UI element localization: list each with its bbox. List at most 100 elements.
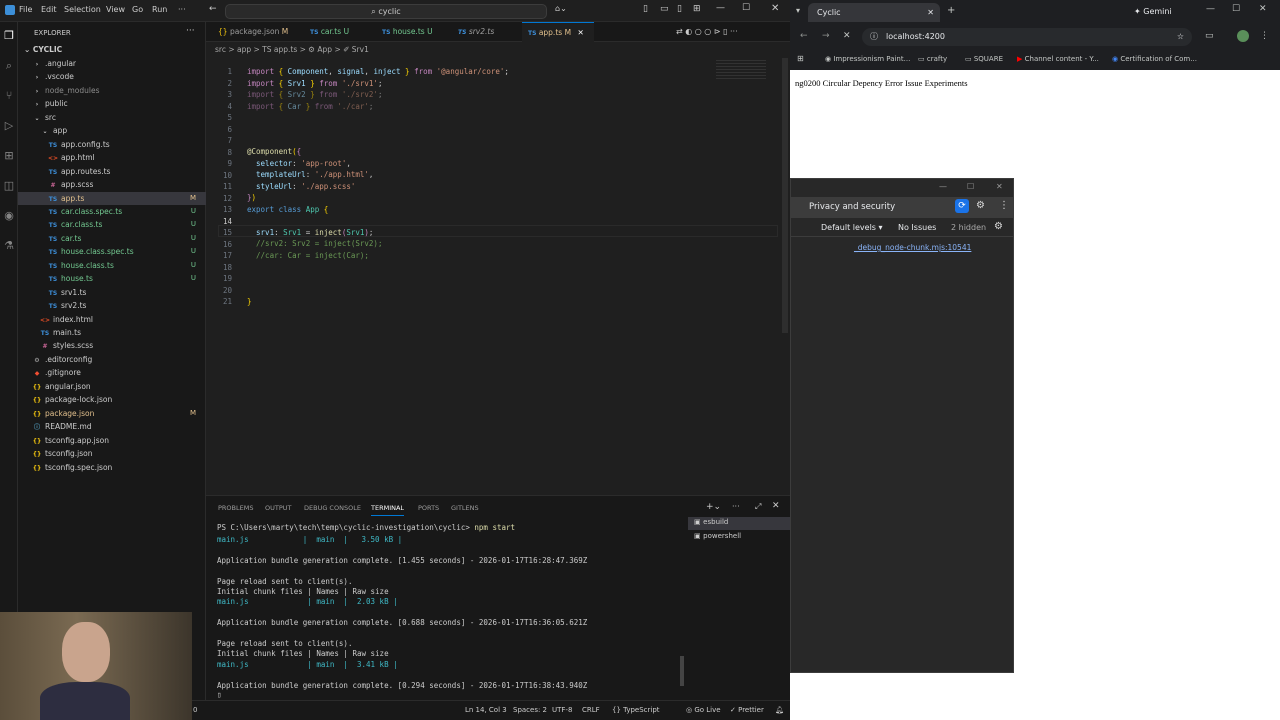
- browser-close-icon[interactable]: ✕: [1259, 4, 1267, 14]
- bookmark-item[interactable]: ◉ Certification of Com...: [1112, 55, 1197, 63]
- problems-count[interactable]: 0: [193, 706, 197, 714]
- menu-go[interactable]: Go: [132, 5, 143, 14]
- forward-icon[interactable]: →: [822, 31, 830, 41]
- notifications-bell-icon[interactable]: 🔔︎: [775, 706, 784, 714]
- tree-item[interactable]: ◆ .gitignore: [18, 366, 206, 379]
- tab-debug-console[interactable]: DEBUG CONSOLE: [304, 504, 361, 512]
- address-bar[interactable]: ⓘ localhost:4200 ☆: [862, 28, 1192, 46]
- tree-item[interactable]: {} package.json M: [18, 407, 206, 420]
- go-live-button[interactable]: ◎ Go Live: [686, 706, 721, 714]
- layout-panel-icon[interactable]: ▭: [660, 4, 669, 14]
- tree-item[interactable]: ⌄ app: [18, 124, 206, 137]
- terminal-item-esbuild[interactable]: ▣ esbuild: [688, 517, 790, 530]
- bookmark-star-icon[interactable]: ☆: [1177, 28, 1184, 46]
- menu-file[interactable]: File: [19, 5, 32, 14]
- language-mode[interactable]: {} TypeScript: [612, 706, 660, 714]
- close-panel-icon[interactable]: ✕: [772, 501, 780, 511]
- command-center[interactable]: ⌕ cyclic: [225, 4, 547, 19]
- tree-item[interactable]: › .angular: [18, 57, 206, 70]
- indentation[interactable]: Spaces: 2: [513, 706, 547, 714]
- devtools-minimize-icon[interactable]: —: [939, 182, 947, 191]
- menu-edit[interactable]: Edit: [41, 5, 57, 14]
- close-icon[interactable]: ✕: [771, 3, 779, 14]
- tree-item[interactable]: TS app.routes.ts: [18, 165, 206, 178]
- minimap[interactable]: [716, 60, 766, 80]
- browser-maximize-icon[interactable]: ☐: [1232, 4, 1240, 14]
- tree-item[interactable]: › node_modules: [18, 84, 206, 97]
- cursor-position[interactable]: Ln 14, Col 3: [465, 706, 507, 714]
- tree-item[interactable]: {} tsconfig.spec.json: [18, 461, 206, 474]
- cast-icon[interactable]: ▭: [1205, 31, 1214, 41]
- bookmark-item[interactable]: ▭ SQUARE: [965, 55, 1003, 63]
- menu-run[interactable]: Run: [152, 5, 167, 14]
- log-levels-dropdown[interactable]: Default levels ▾: [821, 223, 883, 232]
- tab-problems[interactable]: PROBLEMS: [218, 504, 253, 512]
- tab-app-ts[interactable]: TS app.ts M ✕: [522, 22, 594, 42]
- tree-item[interactable]: TS house.class.spec.ts U: [18, 245, 206, 258]
- encoding[interactable]: UTF-8: [552, 706, 572, 714]
- code-editor[interactable]: [206, 58, 790, 495]
- source-link[interactable]: _debug_node-chunk.mjs:10541: [854, 243, 971, 252]
- tree-item[interactable]: {} package-lock.json: [18, 393, 206, 406]
- console-settings-icon[interactable]: ⚙: [994, 221, 1003, 232]
- gitlens-icon[interactable]: ◉: [1, 208, 17, 224]
- source-control-icon[interactable]: ⑂: [1, 88, 17, 104]
- browser-minimize-icon[interactable]: —: [1206, 4, 1215, 14]
- run-debug-icon[interactable]: ▷: [1, 118, 17, 134]
- profile-avatar[interactable]: [1237, 30, 1249, 42]
- bookmark-item[interactable]: ▶ Channel content - Y...: [1017, 55, 1099, 63]
- tab-ports[interactable]: PORTS: [418, 504, 439, 512]
- panel-more-icon[interactable]: ···: [732, 502, 740, 511]
- tree-item[interactable]: TS car.ts U: [18, 232, 206, 245]
- tree-item[interactable]: <> app.html: [18, 151, 206, 164]
- browser-menu-icon[interactable]: ⋮: [1260, 31, 1269, 41]
- maximize-icon[interactable]: ☐: [742, 3, 750, 13]
- close-tab-icon[interactable]: ✕: [577, 28, 583, 37]
- breadcrumb[interactable]: src > app > TS app.ts > ⚙ App > ✐ Srv1: [215, 43, 369, 56]
- extensions-icon[interactable]: ⊞: [1, 148, 17, 164]
- more-actions-icon[interactable]: ···: [186, 26, 195, 36]
- menu-selection[interactable]: Selection: [64, 5, 101, 14]
- tree-item[interactable]: # app.scss: [18, 178, 206, 191]
- back-arrow-icon[interactable]: ←: [209, 4, 217, 14]
- tab-srv2-ts[interactable]: TS srv2.ts: [452, 22, 520, 42]
- settings-gear-icon[interactable]: ⚙: [976, 200, 985, 211]
- maximize-panel-icon[interactable]: ⤢: [755, 502, 761, 512]
- tree-item[interactable]: TS srv1.ts: [18, 286, 206, 299]
- layout-sidebar-icon[interactable]: ▯: [643, 4, 648, 14]
- tab-package-json[interactable]: {} package.json M: [212, 22, 302, 42]
- tree-item[interactable]: TS app.config.ts: [18, 138, 206, 151]
- search-icon[interactable]: ⌕: [1, 58, 17, 74]
- devtools-menu-icon[interactable]: ⋮: [999, 200, 1009, 211]
- copilot-icon[interactable]: ⌂⌄: [555, 4, 567, 13]
- tab-privacy-security[interactable]: Privacy and security: [809, 202, 895, 212]
- gemini-button[interactable]: ✦ Gemini: [1134, 4, 1184, 19]
- close-tab-icon[interactable]: ✕: [927, 3, 934, 22]
- tab-house-ts[interactable]: TS house.ts U: [376, 22, 450, 42]
- editor-actions-icons[interactable]: ⇄ ◐ ○ ○ ⊳ ▯ ···: [676, 27, 738, 36]
- terminal-item-powershell[interactable]: ▣ powershell: [688, 531, 790, 544]
- browser-tab-cyclic[interactable]: Cyclic ✕: [808, 3, 940, 22]
- devtools-maximize-icon[interactable]: ☐: [967, 182, 974, 191]
- sync-icon[interactable]: ⟳: [955, 199, 969, 213]
- tree-item[interactable]: {} tsconfig.app.json: [18, 434, 206, 447]
- tree-item[interactable]: <> index.html: [18, 313, 206, 326]
- menu-more[interactable]: ···: [178, 5, 186, 14]
- layout-secondary-icon[interactable]: ▯: [677, 4, 682, 14]
- hidden-count[interactable]: 2 hidden: [951, 223, 986, 232]
- back-icon[interactable]: ←: [800, 31, 808, 41]
- tab-gitlens[interactable]: GITLENS: [451, 504, 479, 512]
- tab-output[interactable]: OUTPUT: [265, 504, 292, 512]
- tree-item[interactable]: › .vscode: [18, 70, 206, 83]
- tree-item[interactable]: {} angular.json: [18, 380, 206, 393]
- tree-item[interactable]: › public: [18, 97, 206, 110]
- issues-button[interactable]: No Issues: [898, 223, 936, 232]
- explorer-root[interactable]: ⌄ CYCLIC: [18, 43, 206, 56]
- tree-item[interactable]: TS house.class.ts U: [18, 259, 206, 272]
- tree-item[interactable]: TS srv2.ts: [18, 299, 206, 312]
- tab-terminal[interactable]: TERMINAL: [371, 504, 405, 516]
- bookmark-item[interactable]: ◉ Impressionism Paint...: [825, 55, 910, 63]
- tree-item[interactable]: ⚙ .editorconfig: [18, 353, 206, 366]
- testing-icon[interactable]: ⚗: [1, 238, 17, 254]
- tree-item[interactable]: TS main.ts: [18, 326, 206, 339]
